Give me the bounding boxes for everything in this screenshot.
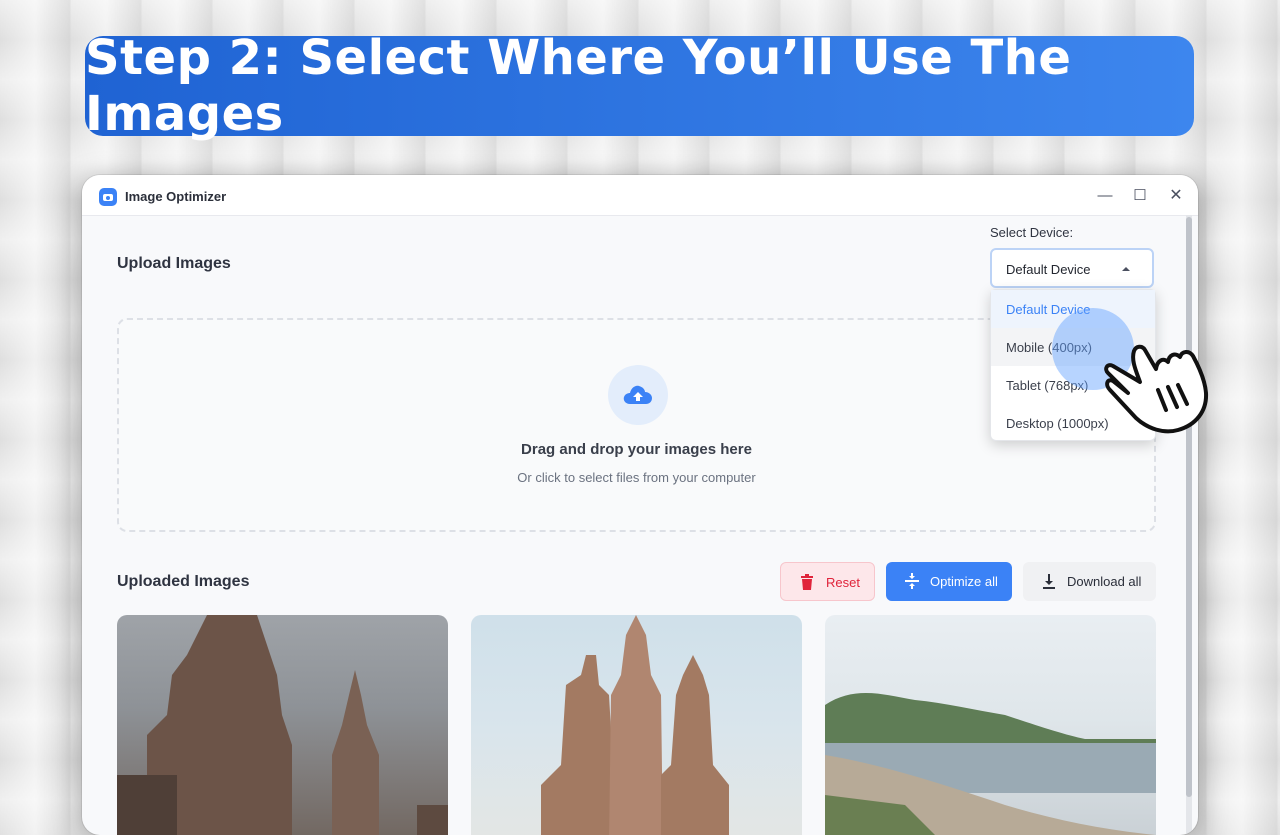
step-banner: Step 2: Select Where You’ll Use The Imag… <box>85 30 1194 142</box>
device-select[interactable]: Default Device <box>990 248 1154 288</box>
option-label: Desktop (1000px) <box>1006 416 1109 431</box>
title-bar: Image Optimizer — ☐ ✕ <box>82 175 1198 216</box>
minimize-button[interactable]: — <box>1092 183 1118 209</box>
device-label: Select Device: <box>990 225 1074 240</box>
app-title: Image Optimizer <box>125 189 227 204</box>
dropzone-title: Drag and drop your images here <box>521 441 752 458</box>
optimize-label: Optimize all <box>930 574 998 589</box>
cloud-upload-icon <box>608 365 668 425</box>
reset-button[interactable]: Reset <box>780 562 875 601</box>
trash-icon <box>801 574 813 590</box>
maximize-button[interactable]: ☐ <box>1127 183 1153 209</box>
uploaded-image-3[interactable] <box>825 615 1156 835</box>
download-icon <box>1043 574 1055 589</box>
uploaded-heading: Uploaded Images <box>117 573 250 590</box>
download-label: Download all <box>1067 574 1142 589</box>
dropzone-subtitle: Or click to select files from your compu… <box>517 470 756 485</box>
image-optimizer-icon <box>99 188 117 206</box>
app-window: Image Optimizer — ☐ ✕ Upload Images Sele… <box>82 175 1198 835</box>
upload-heading: Upload Images <box>117 255 231 272</box>
device-select-value: Default Device <box>1006 262 1091 277</box>
uploaded-image-1[interactable] <box>117 615 448 835</box>
download-all-button[interactable]: Download all <box>1023 562 1156 601</box>
hand-pointer-icon <box>1104 344 1209 434</box>
compress-icon <box>905 573 919 589</box>
uploaded-image-2[interactable] <box>471 615 802 835</box>
caret-up-icon <box>1122 267 1130 271</box>
scrollbar-thumb[interactable] <box>1186 217 1192 797</box>
close-button[interactable]: ✕ <box>1163 183 1189 209</box>
banner-title: Step 2: Select Where You’ll Use The Imag… <box>85 30 1072 142</box>
optimize-all-button[interactable]: Optimize all <box>886 562 1012 601</box>
reset-label: Reset <box>826 575 860 590</box>
